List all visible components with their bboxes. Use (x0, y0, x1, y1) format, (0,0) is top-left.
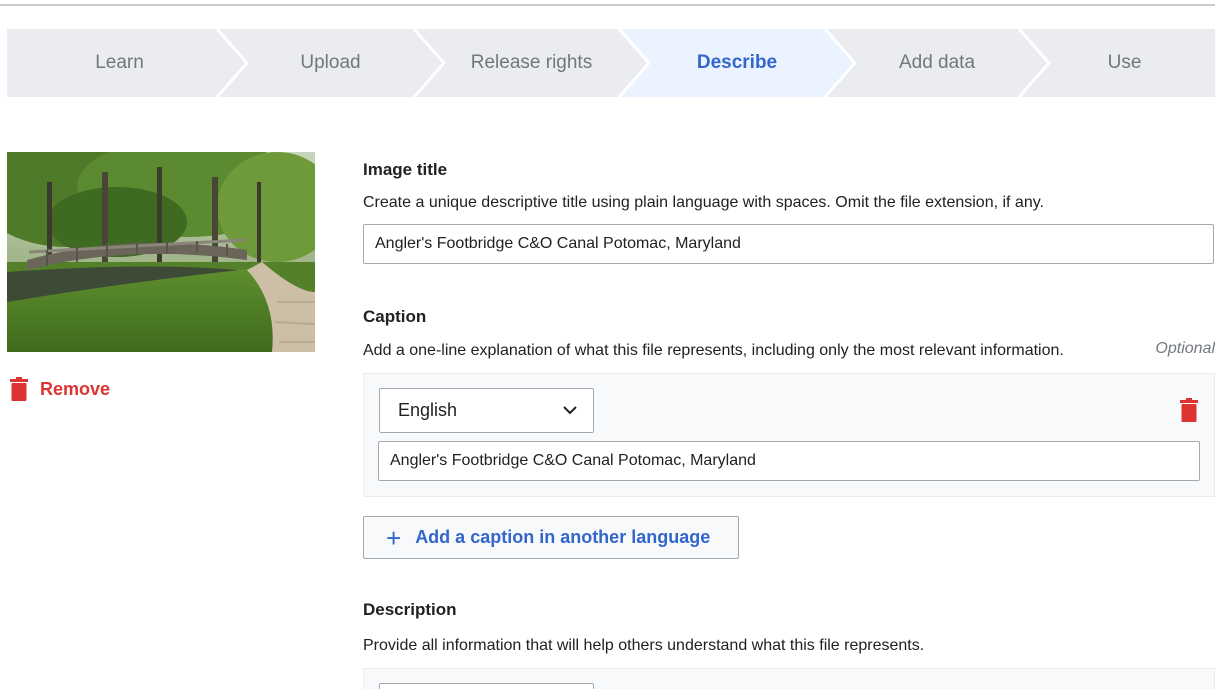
step-upload: Upload (300, 52, 361, 73)
caption-language-value: English (398, 400, 458, 420)
image-title-heading: Image title (363, 160, 448, 179)
delete-caption-trash-icon[interactable] (1180, 398, 1198, 422)
step-add-data: Add data (898, 52, 976, 73)
upload-steps-bar: Learn Upload Release rights Describe Add… (7, 29, 1215, 97)
step-learn: Learn (95, 52, 144, 73)
add-caption-label: Add a caption in another language (415, 527, 711, 547)
description-panel (363, 668, 1215, 689)
image-title-input[interactable]: Angler's Footbridge C&O Canal Potomac, M… (363, 224, 1214, 264)
add-caption-language-button[interactable]: + Add a caption in another language (363, 516, 739, 559)
plus-icon: + (386, 522, 402, 553)
step-release-rights: Release rights (470, 52, 593, 73)
description-heading: Description (363, 600, 457, 619)
description-help: Provide all information that will help o… (363, 637, 925, 654)
remove-button[interactable]: Remove (10, 377, 110, 401)
chevron-down-icon (563, 406, 577, 415)
top-divider (0, 4, 1215, 6)
step-describe: Describe (696, 52, 778, 73)
step-use: Use (1107, 52, 1142, 73)
caption-language-select[interactable]: English (379, 388, 594, 433)
caption-help: Add a one-line explanation of what this … (363, 342, 1064, 359)
caption-language-panel: English Angler's Footbridge C&O Canal Po… (363, 373, 1215, 497)
remove-label: Remove (40, 378, 111, 399)
image-thumbnail (7, 152, 315, 352)
image-title-help: Create a unique descriptive title using … (363, 194, 1044, 211)
caption-input[interactable]: Angler's Footbridge C&O Canal Potomac, M… (378, 441, 1200, 481)
caption-heading: Caption (363, 307, 427, 326)
description-language-select[interactable] (379, 683, 594, 689)
caption-optional-label: Optional (1155, 340, 1215, 357)
photo-thumbnail-footbridge (7, 152, 315, 352)
trash-icon (10, 377, 28, 401)
